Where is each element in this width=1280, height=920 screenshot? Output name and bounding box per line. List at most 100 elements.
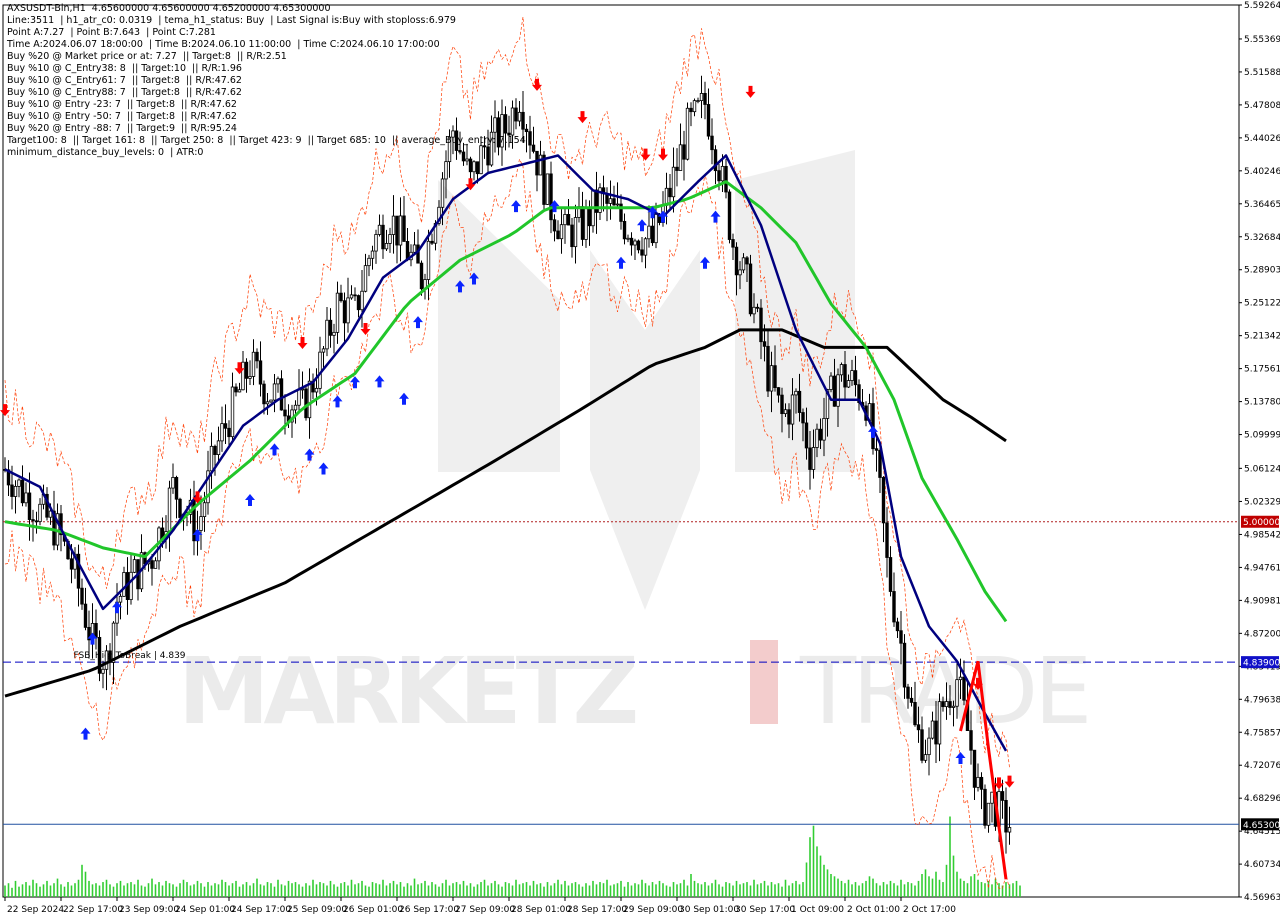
y-tick-label: 5.44026 — [1244, 134, 1280, 144]
x-tick-label: 29 Sep 09:00 — [623, 905, 683, 915]
candle-body — [489, 131, 494, 166]
candle-body — [696, 100, 700, 103]
candle-body — [377, 224, 382, 235]
candle-body — [899, 630, 903, 644]
candle-body — [349, 294, 354, 299]
watermark-light-text: TRADE — [799, 638, 1088, 745]
candle-body — [948, 701, 952, 708]
candle-body — [608, 198, 613, 204]
candle-body — [1000, 791, 1005, 801]
candle-body — [587, 206, 592, 227]
candle-body — [510, 107, 515, 136]
candle-body — [685, 107, 690, 160]
price-tag-label: 4.65300 — [1243, 821, 1280, 831]
candle-body — [790, 394, 795, 425]
y-tick-label: 5.55369 — [1244, 35, 1280, 45]
candle-body — [699, 92, 704, 102]
candle-body — [629, 237, 634, 246]
candle-body — [360, 290, 364, 311]
candle-body — [129, 571, 133, 600]
candle-body — [752, 306, 756, 315]
candle-body — [934, 720, 938, 745]
candle-body — [496, 117, 501, 148]
candle-body — [297, 389, 301, 406]
y-tick-label: 5.51588 — [1244, 68, 1280, 78]
candle-body — [689, 107, 693, 113]
buy-arrow-icon — [511, 200, 521, 213]
x-tick-label: 1 Oct 09:00 — [791, 905, 844, 915]
candle-body — [402, 215, 406, 242]
candle-body — [720, 165, 725, 182]
candle-body — [244, 361, 249, 379]
candle-body — [111, 622, 116, 663]
time-axis: 22 Sep 202422 Sep 17:0023 Sep 09:0024 Se… — [4, 897, 956, 915]
sell-arrow-icon — [577, 111, 588, 124]
candle-body — [307, 380, 312, 419]
candle-body — [332, 331, 336, 336]
candle-body — [251, 351, 256, 377]
candle-body — [265, 401, 270, 405]
candle-body — [451, 130, 455, 138]
candle-body — [202, 502, 207, 517]
candle-body — [979, 776, 984, 790]
y-tick-label: 5.02329 — [1244, 497, 1280, 507]
candle-body — [482, 145, 487, 148]
x-tick-label: 30 Sep 01:00 — [679, 905, 739, 915]
buy-arrow-icon — [413, 316, 423, 329]
candle-body — [521, 111, 525, 130]
price-axis: 5.59264 5.55369 5.51588 5.47808 5.44026 5.402… — [1239, 1, 1280, 903]
candle-body — [454, 130, 459, 151]
candle-body — [381, 224, 385, 250]
candle-body — [209, 445, 214, 472]
candle-body — [353, 294, 357, 297]
x-tick-label: 22 Sep 17:00 — [63, 905, 123, 915]
candle-body — [671, 166, 676, 198]
candle-body — [734, 246, 739, 276]
sell-arrow-icon — [658, 148, 668, 161]
sell-arrow-icon — [297, 336, 308, 349]
y-tick-label: 5.09999 — [1244, 431, 1280, 441]
candle-body — [766, 345, 770, 392]
candle-body — [503, 114, 508, 134]
y-tick-label: 5.17561 — [1244, 365, 1280, 375]
candle-body — [962, 676, 966, 701]
candle-body — [909, 697, 914, 703]
y-tick-label: 5.21342 — [1244, 332, 1280, 342]
candle-body — [405, 241, 410, 261]
candle-body — [493, 117, 497, 133]
candle-body — [69, 558, 74, 570]
candle-body — [895, 621, 900, 632]
candle-body — [272, 383, 277, 401]
x-tick-label: 24 Sep 17:00 — [231, 905, 291, 915]
y-tick-label: 4.94761 — [1244, 563, 1280, 573]
candle-body — [552, 219, 557, 232]
candle-body — [535, 150, 539, 176]
y-tick-label: 5.47808 — [1244, 101, 1280, 111]
candle-body — [839, 364, 844, 376]
candle-body — [363, 265, 368, 292]
x-tick-label: 25 Sep 09:00 — [287, 905, 347, 915]
candle-body — [262, 383, 266, 405]
price-chart[interactable]: MARKETZ TRADE FSB_HighToBreak | 4.839 5.… — [0, 0, 1280, 920]
candle-body — [258, 360, 263, 385]
candle-body — [923, 754, 928, 761]
candle-body — [654, 213, 658, 244]
candle-body — [150, 560, 154, 569]
candle-body — [398, 215, 403, 246]
candle-body — [759, 307, 763, 343]
candle-body — [748, 263, 753, 315]
candle-body — [881, 477, 886, 524]
candle-body — [430, 240, 434, 244]
candle-body — [468, 158, 473, 173]
y-tick-label: 5.13780 — [1244, 398, 1280, 408]
candle-body — [941, 701, 945, 708]
y-tick-label: 5.59264 — [1244, 1, 1280, 11]
candle-body — [843, 364, 847, 388]
candle-body — [633, 240, 637, 246]
candle-body — [241, 361, 245, 391]
candle-body — [279, 378, 284, 411]
candle-body — [563, 214, 567, 226]
candle-body — [717, 170, 721, 182]
candle-body — [724, 165, 728, 193]
sell-arrow-icon — [745, 85, 756, 98]
